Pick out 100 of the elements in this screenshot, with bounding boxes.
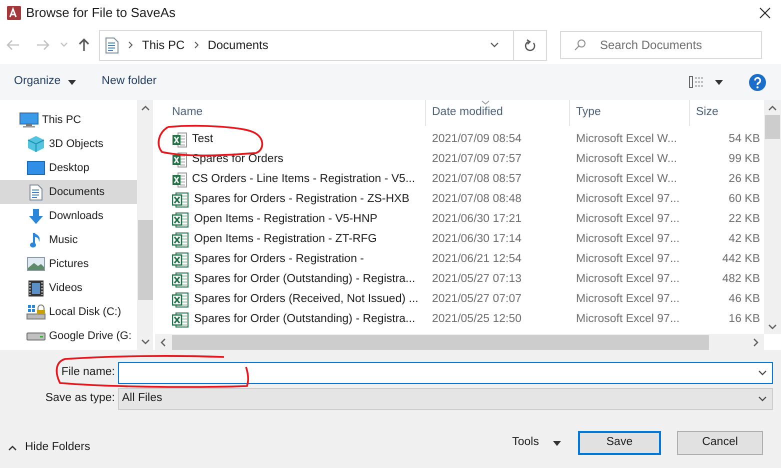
table-cell: Microsoft Excel 97... (576, 293, 680, 306)
scroll-up-icon[interactable] (140, 105, 150, 111)
tools-menu[interactable]: Tools (510, 432, 563, 454)
document-icon (105, 36, 119, 54)
scrollbar[interactable] (764, 100, 781, 334)
chevron-down-icon[interactable] (490, 42, 499, 48)
column-header[interactable]: Name (155, 100, 426, 126)
breadcrumb-item[interactable]: This PC (142, 36, 185, 54)
sidebar-item[interactable]: Downloads (0, 204, 137, 228)
sidebar-item[interactable]: Google Drive (G: (0, 324, 137, 348)
sidebar-item[interactable]: Desktop (0, 156, 137, 180)
scroll-left-icon[interactable] (160, 338, 166, 346)
table-cell: Microsoft Excel 97... (576, 313, 680, 326)
column-header[interactable]: Date modified (426, 100, 570, 126)
sidebar-item[interactable]: Music (0, 228, 137, 252)
sidebar-item[interactable]: 3D Objects (0, 132, 137, 156)
file-type-dropdown[interactable]: All Files (118, 388, 773, 410)
search-icon (574, 39, 586, 51)
file-name[interactable]: Spares for Order (Outstanding) - Registra... (194, 271, 416, 289)
caret-icon (68, 80, 76, 84)
spreadsheet-file-icon (172, 292, 189, 308)
desktop-icon (27, 161, 45, 175)
table-cell: 2021/06/21 12:54 (432, 253, 522, 266)
sidebar-item[interactable]: Local Disk (C:) (0, 300, 137, 324)
table-cell: 46 KB (728, 293, 760, 306)
column-header[interactable]: Size (690, 100, 760, 126)
details-view-icon (689, 76, 705, 88)
chevron-right-icon (194, 41, 199, 49)
table-cell: 60 KB (728, 193, 760, 206)
file-name[interactable]: Open Items - Registration - V5-HNP (194, 211, 378, 229)
scrollbar[interactable] (155, 334, 764, 350)
table-cell: 2021/07/08 08:57 (432, 173, 522, 186)
spreadsheet-file-icon (172, 272, 189, 288)
chevron-right-icon (128, 41, 133, 49)
table-cell: 26 KB (728, 173, 760, 186)
table-cell: 2021/05/27 07:13 (432, 273, 522, 286)
scroll-right-icon[interactable] (753, 338, 759, 346)
file-name[interactable]: CS Orders - Line Items - Registration - V5... (192, 171, 416, 189)
field-label: File name: (60, 365, 116, 380)
chevron-up-icon (8, 445, 17, 451)
table-cell: 54 KB (728, 133, 760, 146)
sidebar-item[interactable]: Videos (0, 276, 137, 300)
sidebar-item[interactable]: This PC (0, 108, 137, 132)
scroll-down-icon[interactable] (768, 324, 777, 330)
table-cell: 2021/06/30 17:14 (432, 233, 522, 246)
save-button[interactable]: Save (578, 431, 661, 455)
spreadsheet-file-icon (172, 132, 187, 148)
table-cell: 2021/07/09 08:54 (432, 133, 522, 146)
search-field[interactable]: Search Documents (560, 31, 762, 59)
column-header[interactable]: Type (570, 100, 690, 126)
scroll-thumb[interactable] (172, 334, 709, 350)
file-name[interactable]: Spares for Orders - Registration - ZS-HXB (194, 191, 410, 209)
scroll-thumb[interactable] (765, 115, 780, 139)
spreadsheet-file-icon (172, 172, 187, 188)
scroll-up-icon[interactable] (768, 105, 777, 111)
caret-icon (715, 80, 723, 84)
help-icon[interactable] (749, 74, 766, 90)
caret-icon (553, 440, 561, 446)
file-name[interactable]: Spares for Orders (Received, Not Issued) ... (194, 291, 418, 309)
file-name[interactable]: Spares for Orders - Registration - (194, 251, 364, 269)
chevron-down-icon (758, 396, 767, 402)
sidebar-item[interactable]: Documents (0, 180, 137, 204)
sort-indicator-icon (481, 100, 490, 105)
file-name[interactable]: Open Items - Registration - ZT-RFG (194, 231, 377, 249)
sidebar-item[interactable]: Pictures (0, 252, 137, 276)
scroll-thumb[interactable] (138, 220, 152, 300)
new-folder-button[interactable]: New folder (96, 69, 163, 95)
breadcrumb-item[interactable]: Documents (208, 36, 268, 54)
table-cell: Microsoft Excel W... (576, 173, 677, 186)
chevron-down-icon[interactable] (758, 370, 767, 376)
table-cell: Microsoft Excel W... (576, 133, 677, 146)
cube-icon (27, 135, 45, 153)
table-cell: 99 KB (728, 153, 760, 166)
organize-menu[interactable]: Organize (8, 69, 82, 95)
file-name[interactable]: Spares for Order (Outstanding) - Registra... (194, 311, 416, 329)
spreadsheet-file-icon (172, 212, 189, 228)
spreadsheet-file-icon (172, 152, 187, 168)
up-arrow-icon[interactable] (78, 38, 90, 52)
spreadsheet-file-icon (172, 232, 189, 248)
file-name[interactable]: Test (192, 131, 214, 149)
drive-icon (26, 331, 46, 341)
spreadsheet-file-icon (172, 192, 189, 208)
film-icon (28, 280, 44, 296)
picture-icon (27, 257, 45, 271)
file-name-field[interactable] (118, 362, 773, 384)
refresh-icon[interactable] (524, 38, 536, 52)
app-icon (6, 5, 22, 21)
address-bar[interactable]: This PC Documents (99, 30, 547, 60)
music-note-icon (30, 232, 42, 248)
cancel-button[interactable]: Cancel (677, 431, 763, 455)
hard-drive-icon (26, 304, 46, 320)
table-cell: Microsoft Excel 97... (576, 273, 680, 286)
scroll-down-icon[interactable] (140, 339, 150, 345)
table-cell: Microsoft Excel 97... (576, 253, 680, 266)
download-arrow-icon (28, 208, 44, 224)
hide-folders-button[interactable]: Hide Folders (6, 437, 92, 459)
scrollbar[interactable] (137, 100, 153, 350)
table-cell: 2021/07/09 07:57 (432, 153, 522, 166)
table-cell: 2021/06/30 17:21 (432, 213, 522, 226)
table-cell: Microsoft Excel 97... (576, 233, 680, 246)
